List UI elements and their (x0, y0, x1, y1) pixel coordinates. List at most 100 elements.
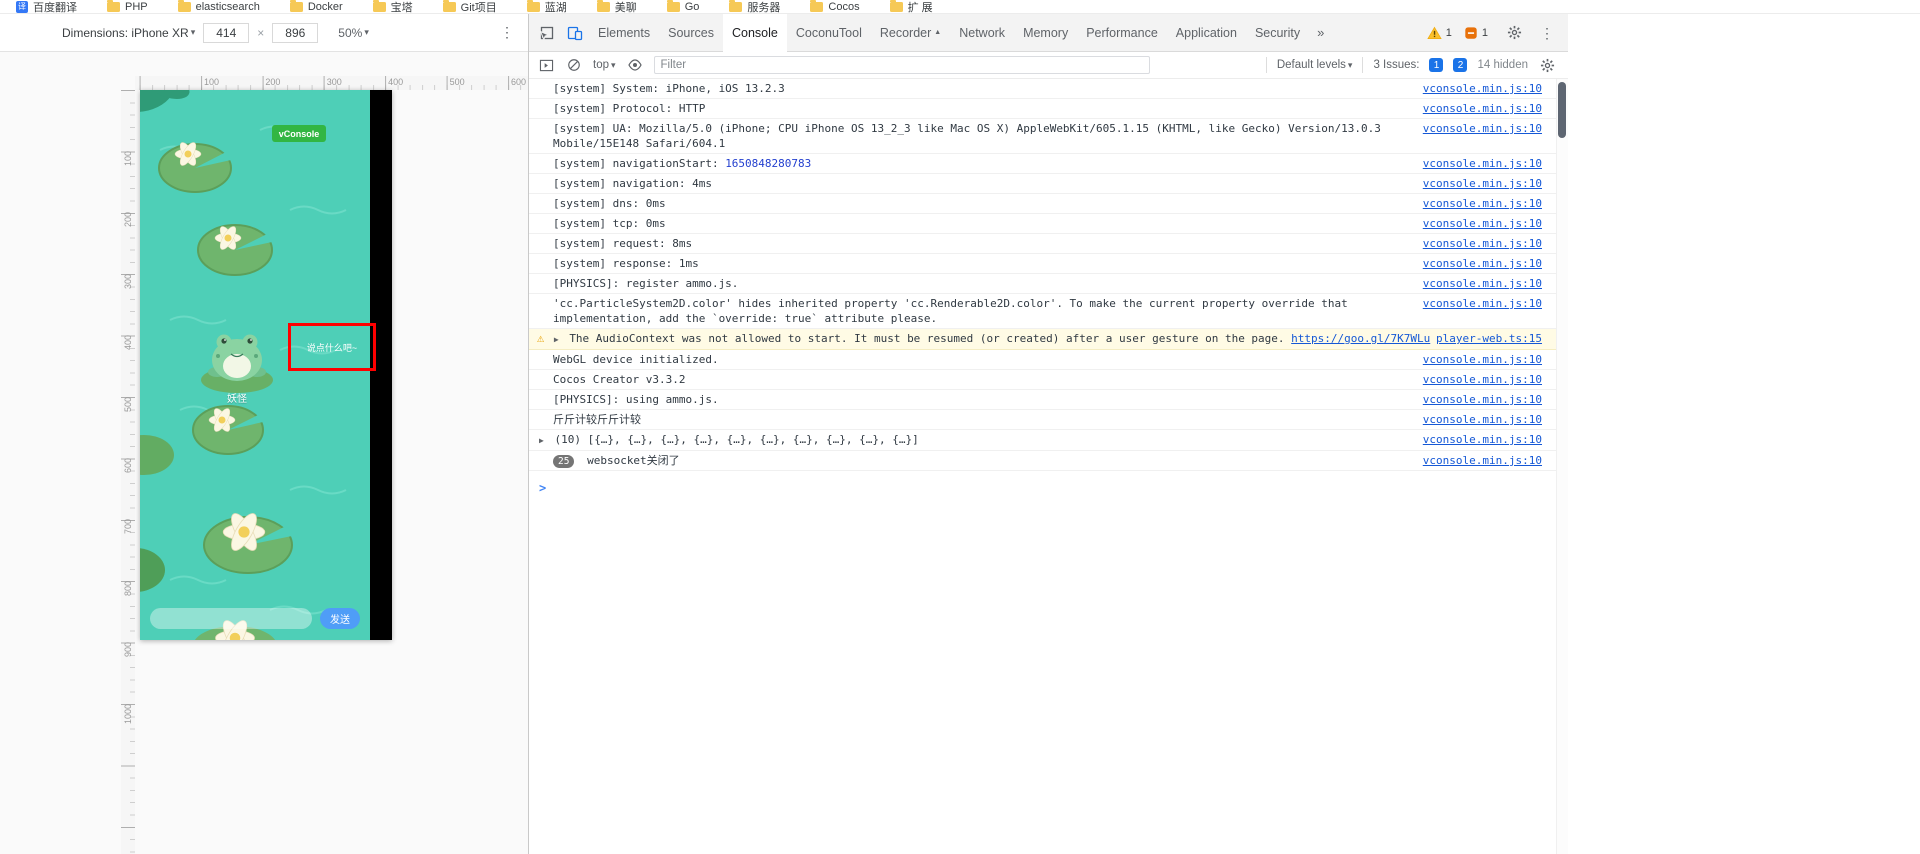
devtools-right-icons: 1 1 ⋮ (1427, 14, 1558, 51)
console-message: vconsole.min.js:10 ⚠ WebGL device initia… (529, 350, 1556, 370)
devtools-tab[interactable]: Memory (1014, 14, 1077, 51)
devtools-tab[interactable]: Network (950, 14, 1014, 51)
divider (1362, 57, 1364, 73)
devtools-tab[interactable]: Security (1246, 14, 1309, 51)
baidu-translate-icon: 译 (16, 1, 28, 13)
log-levels-select[interactable]: Default levels ▾ (1277, 59, 1353, 71)
console-filter-input[interactable] (653, 56, 1150, 74)
bookmark-item[interactable]: 译 服务器 (729, 0, 780, 13)
console-message: vconsole.min.js:10 ⚠ ▶ (10) [{…}, {…}, {… (529, 430, 1556, 451)
source-link[interactable]: vconsole.min.js:10 (1423, 216, 1542, 231)
devtools-tab[interactable]: Elements (589, 14, 659, 51)
message-text: [system] System: iPhone, iOS 13.2.3 (553, 82, 785, 95)
bookmark-item[interactable]: 译 宝塔 (372, 0, 413, 13)
devtools-tab[interactable]: CoconuTool (787, 14, 871, 51)
bookmark-item[interactable]: 译 PHP (107, 0, 148, 13)
console-message: vconsole.min.js:10 ⚠ [system] tcp: 0ms (529, 214, 1556, 234)
inspect-icon[interactable] (533, 14, 561, 51)
source-link[interactable]: vconsole.min.js:10 (1423, 156, 1542, 171)
bookmark-item[interactable]: 译 Go (666, 0, 700, 13)
scrollbar-thumb[interactable] (1558, 82, 1566, 138)
ruler-slot: 500 (121, 397, 135, 458)
console-sidebar-icon[interactable] (537, 59, 555, 72)
chat-input[interactable] (150, 608, 312, 629)
more-tabs-button[interactable]: » (1309, 14, 1332, 51)
source-link[interactable]: vconsole.min.js:10 (1423, 392, 1542, 407)
message-text: [system] response: 1ms (553, 257, 699, 270)
console-settings-icon[interactable] (1538, 58, 1556, 73)
source-link[interactable]: vconsole.min.js:10 (1423, 101, 1542, 116)
bookmark-item[interactable]: 译 Git项目 (442, 0, 497, 13)
issues-counter[interactable]: 1 (1464, 26, 1488, 40)
dimensions-select[interactable]: Dimensions: iPhone XR ▾ (62, 26, 195, 40)
source-link[interactable]: vconsole.min.js:10 (1423, 121, 1542, 136)
zoom-select[interactable]: 50% ▾ (338, 26, 369, 40)
js-context-value: top (593, 59, 609, 71)
console-messages: vconsole.min.js:10 ⚠ [system] System: iP… (529, 79, 1556, 471)
console-prompt[interactable]: > (529, 471, 1568, 496)
source-link[interactable]: vconsole.min.js:10 (1423, 296, 1542, 311)
bookmark-item[interactable]: 译 扩 展 (889, 0, 933, 13)
ruler-slot: 900 (121, 642, 135, 703)
source-link[interactable]: vconsole.min.js:10 (1423, 256, 1542, 271)
source-link[interactable]: vconsole.min.js:10 (1423, 453, 1542, 468)
bookmark-label: Go (684, 1, 700, 13)
devtools-tab[interactable]: Console (722, 14, 787, 51)
width-input[interactable] (203, 22, 250, 43)
bookmark-item[interactable]: 译 Docker (289, 0, 343, 13)
bookmark-item[interactable]: 译 蓝湖 (526, 0, 567, 14)
hidden-messages-label[interactable]: 14 hidden (1477, 59, 1528, 71)
message-text: [system] Protocol: HTTP (553, 102, 706, 115)
ruler-label: 200 (265, 77, 281, 87)
bookmark-label: 蓝湖 (544, 2, 567, 14)
settings-icon[interactable] (1500, 25, 1528, 40)
source-link[interactable]: vconsole.min.js:10 (1423, 236, 1542, 251)
source-link[interactable]: vconsole.min.js:10 (1423, 352, 1542, 367)
issue-badge[interactable]: 2 (1453, 58, 1468, 72)
send-button[interactable]: 发送 (320, 608, 360, 629)
bookmark-item[interactable]: 译 elasticsearch (177, 0, 260, 13)
source-link[interactable]: vconsole.min.js:10 (1423, 412, 1542, 427)
source-link[interactable]: vconsole.min.js:10 (1423, 196, 1542, 211)
devtools-tab[interactable]: Application (1167, 14, 1246, 51)
device-options-icon[interactable]: ⋮ (500, 25, 514, 39)
times-separator: × (257, 25, 265, 40)
vconsole-button[interactable]: vConsole (272, 125, 326, 142)
devtools-menu-icon[interactable]: ⋮ (1540, 26, 1554, 40)
height-input[interactable] (272, 22, 319, 43)
folder-icon (372, 0, 386, 12)
device-toolbar-icon[interactable] (561, 14, 589, 51)
warnings-counter[interactable]: 1 (1427, 26, 1452, 40)
source-link[interactable]: vconsole.min.js:10 (1423, 372, 1542, 387)
console-scrollbar[interactable] (1556, 79, 1568, 854)
live-expression-icon[interactable] (626, 59, 644, 71)
source-link[interactable]: vconsole.min.js:10 (1423, 81, 1542, 96)
issue-badge[interactable]: 1 (1429, 58, 1444, 72)
folder-icon (107, 0, 120, 12)
source-link[interactable]: vconsole.min.js:10 (1423, 276, 1542, 291)
ruler-slot: 600 (121, 458, 135, 519)
message-link[interactable]: https://goo.gl/7K7WLu (1291, 332, 1430, 345)
devtools-tab[interactable]: Performance (1077, 14, 1167, 51)
bookmark-item[interactable]: 译 百度翻译 (16, 0, 77, 13)
ruler-slot: 100 (121, 151, 135, 212)
source-link[interactable]: vconsole.min.js:10 (1423, 432, 1542, 447)
bookmark-item[interactable]: 译 美聊 (596, 0, 637, 13)
bookmark-item[interactable]: 译 Cocos (810, 0, 860, 13)
bookmark-label: elasticsearch (195, 1, 260, 13)
clear-console-icon[interactable] (565, 58, 583, 72)
devtools-tab[interactable]: Sources (659, 14, 723, 51)
devtools-tab[interactable]: Recorder ▲ (871, 14, 950, 51)
source-link[interactable]: player-web.ts:15 (1436, 331, 1542, 346)
issues-label[interactable]: 3 Issues: (1373, 59, 1419, 71)
js-context-select[interactable]: top ▾ (593, 59, 616, 71)
console-message: vconsole.min.js:10 ⚠ [system] System: iP… (529, 79, 1556, 99)
console-message: vconsole.min.js:10 ⚠ [PHYSICS]: using am… (529, 390, 1556, 410)
expand-arrow-icon[interactable]: ▶ (554, 335, 559, 344)
source-link[interactable]: vconsole.min.js:10 (1423, 176, 1542, 191)
console-message: vconsole.min.js:10 ⚠ [system] request: 8… (529, 234, 1556, 254)
devtools-tabbar: Elements Sources Console CoconuTool Reco… (529, 14, 1568, 52)
folder-icon (729, 0, 743, 12)
message-text: The AudioContext was not allowed to star… (569, 332, 1292, 345)
expand-arrow-icon[interactable]: ▶ (539, 436, 544, 445)
